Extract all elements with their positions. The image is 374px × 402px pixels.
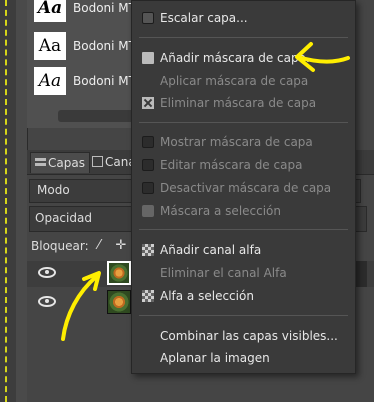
mode-label: Modo	[37, 183, 70, 197]
font-item[interactable]: Aa Bodoni MT	[31, 0, 147, 24]
menu-item-flatten-image[interactable]: Aplanar la imagen	[132, 347, 355, 369]
menu-item-label: Eliminar el canal Alfa	[160, 266, 287, 280]
menu-item-add-layer-mask[interactable]: Añadir máscara de capa...	[132, 47, 355, 69]
menu-item-label: Mostrar máscara de capa	[160, 135, 313, 149]
menu-separator	[139, 37, 348, 38]
mask-to-selection-icon	[142, 205, 154, 217]
alpha-to-selection-icon	[142, 290, 154, 302]
menu-item-apply-layer-mask[interactable]: Aplicar máscara de capa	[132, 70, 355, 92]
layer-thumbnail	[107, 261, 131, 285]
delete-mask-icon	[142, 97, 154, 109]
menu-item-label: Máscara a selección	[160, 204, 282, 218]
menu-item-scale-layer[interactable]: Escalar capa...	[132, 7, 355, 29]
font-preview: Aa	[34, 32, 66, 60]
font-preview: Aa	[34, 0, 66, 22]
tab-layers-label: Capas	[48, 156, 85, 170]
menu-item-remove-alpha-channel[interactable]: Eliminar el canal Alfa	[132, 262, 355, 284]
layer-thumbnail	[107, 290, 131, 314]
menu-item-label: Aplanar la imagen	[160, 351, 270, 365]
tab-layers[interactable]: Capas	[30, 152, 90, 173]
menu-item-label: Eliminar máscara de capa	[160, 96, 317, 110]
eye-icon[interactable]	[38, 296, 56, 307]
menu-item-delete-layer-mask[interactable]: Eliminar máscara de capa	[132, 92, 355, 114]
add-layer-mask-icon	[142, 52, 154, 64]
menu-item-disable-layer-mask[interactable]: Desactivar máscara de capa	[132, 177, 355, 199]
menu-item-label: Editar máscara de capa	[160, 158, 303, 172]
checkbox-icon	[142, 136, 154, 148]
font-name: Bodoni MT	[73, 1, 136, 15]
font-item[interactable]: Aa Bodoni MT	[31, 32, 147, 62]
opacity-label: Opacidad	[35, 211, 92, 225]
checkbox-icon	[142, 159, 154, 171]
menu-item-merge-visible-layers[interactable]: Combinar las capas visibles...	[132, 325, 355, 347]
font-item[interactable]: Aa Bodoni MT	[31, 67, 147, 97]
lock-pixels-icon[interactable]: ⁄	[91, 238, 107, 254]
font-preview: Aa	[34, 67, 66, 95]
menu-separator	[139, 229, 348, 230]
layers-icon	[35, 158, 46, 168]
lock-label: Bloquear:	[31, 239, 89, 253]
menu-item-label: Añadir canal alfa	[160, 243, 262, 257]
channels-icon	[92, 156, 103, 167]
layer-context-menu: Escalar capa... Añadir máscara de capa..…	[131, 0, 356, 374]
menu-item-label: Escalar capa...	[160, 11, 248, 25]
canvas-selection-border	[5, 0, 7, 402]
add-alpha-icon	[142, 244, 154, 256]
menu-item-show-layer-mask[interactable]: Mostrar máscara de capa	[132, 131, 355, 153]
menu-item-label: Aplicar máscara de capa	[160, 74, 309, 88]
font-name: Bodoni MT	[73, 39, 136, 53]
menu-item-label: Desactivar máscara de capa	[160, 181, 332, 195]
lock-position-icon[interactable]: ✛	[113, 238, 129, 254]
font-name: Bodoni MT	[73, 74, 136, 88]
checkbox-icon	[142, 182, 154, 194]
menu-item-label: Añadir máscara de capa...	[160, 51, 318, 65]
menu-item-add-alpha-channel[interactable]: Añadir canal alfa	[132, 239, 355, 261]
menu-item-edit-layer-mask[interactable]: Editar máscara de capa	[132, 154, 355, 176]
eye-icon[interactable]	[38, 267, 56, 278]
menu-item-label: Alfa a selección	[160, 289, 254, 303]
menu-separator	[139, 122, 348, 123]
menu-separator	[139, 315, 348, 316]
menu-item-alpha-to-selection[interactable]: Alfa a selección	[132, 285, 355, 307]
scale-layer-icon	[142, 12, 154, 24]
menu-item-mask-to-selection[interactable]: Máscara a selección	[132, 200, 355, 222]
menu-item-label: Combinar las capas visibles...	[160, 329, 338, 343]
fonts-panel: Aa Bodoni MT Aa Bodoni MT Aa Bodoni MT	[27, 0, 158, 128]
